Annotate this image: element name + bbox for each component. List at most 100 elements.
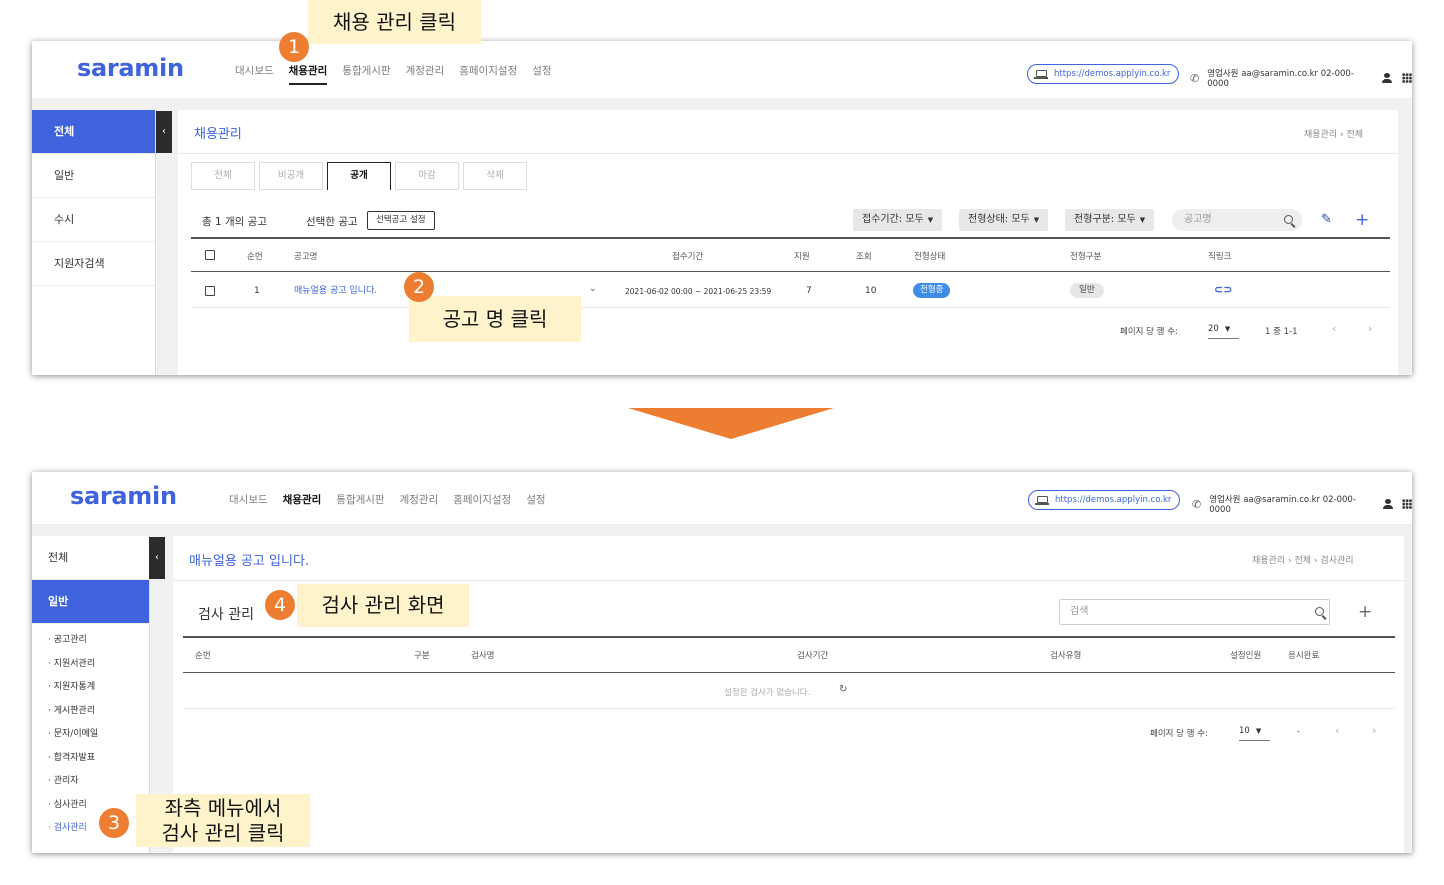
col-test-name: 검사명 — [471, 651, 495, 661]
user-icon[interactable] — [1382, 499, 1393, 509]
submenu-sms-email[interactable]: · 문자/이메일 — [32, 723, 149, 747]
submenu-board-manage[interactable]: · 게시판관리 — [32, 700, 149, 724]
rows-per-page-select[interactable]: 10 ▼ — [1239, 726, 1270, 741]
submenu-applicant-stats[interactable]: · 지원자통계 — [32, 676, 149, 700]
next-page-icon[interactable]: › — [1368, 322, 1372, 335]
stage-type-filter[interactable]: 전형구분: 모두 ▼ — [1065, 209, 1155, 231]
callout-step3-line2: 검사 관리 클릭 — [161, 821, 285, 845]
link-icon[interactable]: ⊂⊃ — [1214, 283, 1232, 296]
row-expand-chevron-icon[interactable]: ⌄ — [589, 284, 597, 294]
breadcrumb-item[interactable]: 검사관리 — [1320, 556, 1353, 566]
step2-marker: 2 — [404, 272, 434, 302]
prev-page-icon[interactable]: ‹ — [1332, 322, 1336, 335]
col-title: 공고명 — [294, 252, 318, 262]
sidebar-submenu: · 공고관리 · 지원서관리 · 지원자통계 · 게시판관리 · 문자/이메일 … — [32, 624, 149, 841]
submenu-application-manage[interactable]: · 지원서관리 — [32, 653, 149, 677]
contact-info: ✆ 영업사원 aa@saramin.co.kr 02-000-0000 — [1190, 67, 1412, 89]
apps-grid-icon[interactable] — [1402, 73, 1412, 83]
sidebar-item-general[interactable]: 일반 — [32, 580, 149, 624]
user-icon[interactable] — [1382, 73, 1393, 83]
selected-settings-button[interactable]: 선택공고 설정 — [367, 211, 435, 230]
row-divider — [191, 307, 1390, 308]
sidebar-item-rolling[interactable]: 수시 — [32, 198, 155, 242]
posting-search-input[interactable]: 공고명 — [1172, 209, 1302, 231]
stage-status-filter[interactable]: 전형상태: 모두 ▼ — [959, 209, 1049, 231]
submenu-test-manage[interactable]: · 검사관리 — [32, 817, 149, 841]
sidebar-collapse-button[interactable]: ‹ — [149, 537, 165, 579]
caret-down-icon: ▼ — [927, 216, 934, 224]
refresh-icon[interactable]: ↻ — [839, 684, 847, 695]
saramin-logo[interactable]: saramin — [70, 482, 177, 510]
selected-label: 선택한 공고 — [306, 216, 358, 228]
contact-info: ✆ 영업사원 aa@saramin.co.kr 02-000-0000 — [1192, 493, 1412, 515]
sidebar-item-general[interactable]: 일반 — [32, 154, 155, 198]
apps-grid-icon[interactable] — [1402, 499, 1412, 509]
period-filter[interactable]: 접수기간: 모두 ▼ — [853, 209, 943, 231]
nav-recruit-manage[interactable]: 채용관리 — [288, 63, 328, 85]
main-nav: 대시보드 채용관리 통합게시판 계정관리 홈페이지설정 설정 — [235, 63, 567, 85]
breadcrumb-item[interactable]: 채용관리 — [1304, 130, 1337, 140]
site-url-button[interactable]: https://demos.applyin.co.kr — [1028, 490, 1181, 510]
rows-per-page-label: 페이지 당 행 수: — [1150, 729, 1208, 739]
nav-account[interactable]: 계정관리 — [406, 63, 445, 85]
nav-account[interactable]: 계정관리 — [400, 492, 439, 512]
guide-stage: saramin 대시보드 채용관리 통합게시판 계정관리 홈페이지설정 설정 h… — [0, 0, 1444, 885]
search-icon[interactable] — [1284, 215, 1293, 224]
nav-homepage-settings[interactable]: 홈페이지설정 — [459, 63, 517, 85]
breadcrumb-item[interactable]: 전체 — [1346, 130, 1363, 140]
nav-recruit-manage[interactable]: 채용관리 — [283, 492, 322, 512]
screenshot-recruit-list: saramin 대시보드 채용관리 통합게시판 계정관리 홈페이지설정 설정 h… — [32, 41, 1412, 375]
edit-icon[interactable]: ✎ — [1321, 212, 1332, 227]
tab-public[interactable]: 공개 — [327, 162, 391, 190]
divider — [173, 580, 1404, 581]
caret-down-icon: ▼ — [1224, 325, 1231, 333]
nav-board[interactable]: 통합게시판 — [342, 63, 390, 85]
tab-deleted[interactable]: 삭제 — [463, 162, 527, 190]
next-page-icon[interactable]: › — [1372, 724, 1376, 737]
page-range: 1 중 1-1 — [1265, 327, 1298, 337]
search-icon[interactable] — [1315, 607, 1324, 616]
table-header-top-line — [183, 636, 1395, 638]
sidebar-item-all[interactable]: 전체 — [32, 110, 155, 154]
nav-homepage-settings[interactable]: 홈페이지설정 — [453, 492, 511, 512]
nav-board[interactable]: 통합게시판 — [336, 492, 384, 512]
rows-per-page-select[interactable]: 20 ▼ — [1208, 324, 1239, 339]
col-stage-status: 전형상태 — [914, 252, 946, 262]
sidebar-collapse-button[interactable]: ‹ — [156, 111, 172, 153]
breadcrumb-item[interactable]: 전체 — [1294, 556, 1311, 566]
tab-private[interactable]: 비공개 — [259, 162, 323, 190]
contact-text: 영업사원 aa@saramin.co.kr 02-000-0000 — [1207, 69, 1354, 89]
nav-dashboard[interactable]: 대시보드 — [235, 63, 274, 85]
row-views: 10 — [865, 286, 877, 296]
saramin-logo[interactable]: saramin — [77, 54, 184, 82]
nav-settings[interactable]: 설정 — [526, 492, 545, 512]
sidebar-item-all[interactable]: 전체 — [32, 536, 149, 580]
submenu-admin[interactable]: · 관리자 — [32, 770, 149, 794]
select-all-checkbox[interactable] — [205, 250, 215, 260]
nav-dashboard[interactable]: 대시보드 — [229, 492, 268, 512]
posting-title-link[interactable]: 매뉴얼용 공고 입니다. — [294, 283, 377, 296]
callout-step4: 검사 관리 화면 — [297, 584, 469, 627]
breadcrumb-item[interactable]: 채용관리 — [1252, 556, 1285, 566]
add-icon[interactable]: + — [1355, 212, 1369, 229]
test-search-input[interactable]: 검색 — [1059, 599, 1330, 625]
prev-page-icon[interactable]: ‹ — [1335, 724, 1339, 737]
site-url-button[interactable]: https://demos.applyin.co.kr — [1027, 64, 1180, 84]
contact-text: 영업사원 aa@saramin.co.kr 02-000-0000 — [1209, 495, 1356, 515]
sidebar-item-applicant-search[interactable]: 지원자검색 — [32, 242, 155, 286]
col-stage-type: 전형구분 — [1070, 252, 1102, 262]
tab-all[interactable]: 전체 — [191, 162, 255, 190]
empty-state-text: 설정된 검사가 없습니다. — [724, 688, 811, 698]
site-url-text: https://demos.applyin.co.kr — [1055, 495, 1172, 505]
submenu-pass-announce[interactable]: · 합격자발표 — [32, 747, 149, 771]
nav-settings[interactable]: 설정 — [532, 63, 551, 85]
submenu-review-manage[interactable]: · 심사관리 — [32, 794, 149, 818]
add-icon[interactable]: + — [1358, 604, 1372, 621]
tab-closed[interactable]: 마감 — [395, 162, 459, 190]
col-number: 순번 — [195, 651, 211, 661]
submenu-posting-manage[interactable]: · 공고관리 — [32, 629, 149, 653]
site-url-text: https://demos.applyin.co.kr — [1054, 69, 1171, 79]
row-checkbox[interactable] — [205, 286, 215, 296]
divider — [178, 153, 1398, 154]
sidebar: 전체 일반 · 공고관리 · 지원서관리 · 지원자통계 · 게시판관리 · 문… — [32, 536, 150, 853]
